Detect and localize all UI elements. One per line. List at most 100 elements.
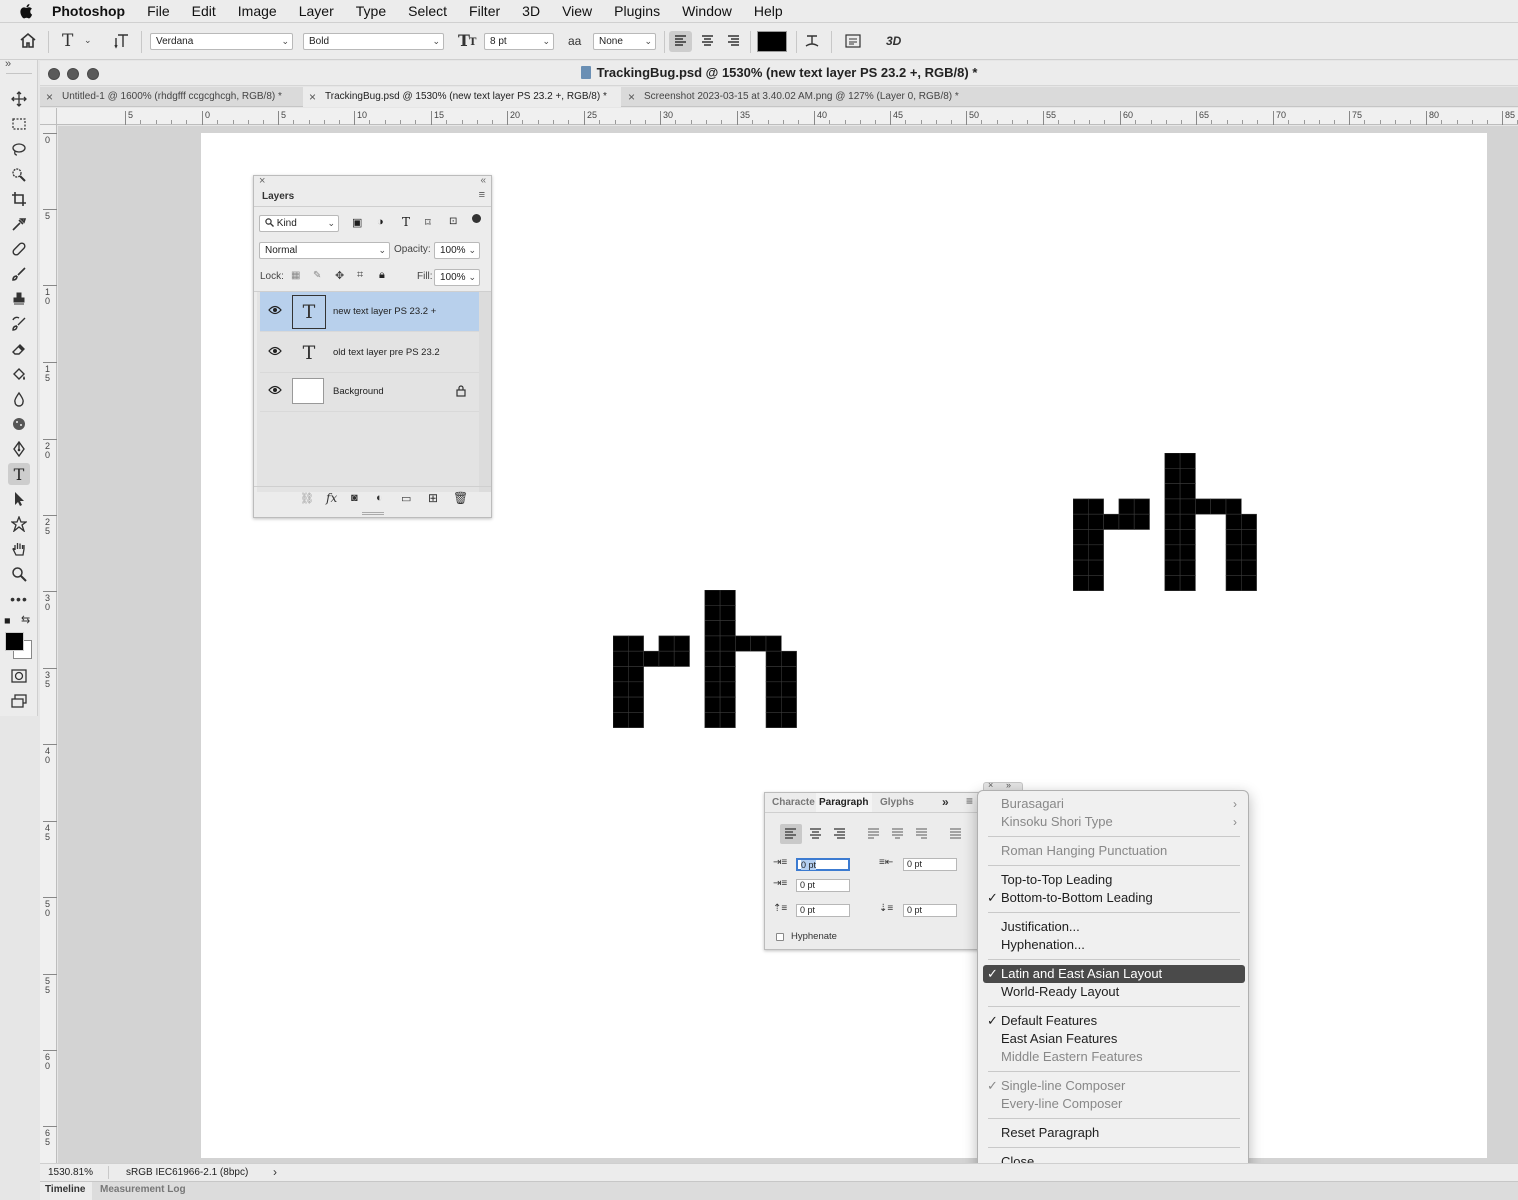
close-panel-icon[interactable]: × bbox=[988, 780, 993, 790]
opacity-input[interactable]: 100% ⌄ bbox=[434, 242, 480, 259]
warp-text-icon[interactable] bbox=[803, 32, 821, 50]
lock-image-icon[interactable]: ✎ bbox=[313, 270, 321, 281]
expand-panel-icon[interactable]: » bbox=[5, 58, 11, 70]
trash-icon[interactable]: 🗑︎ bbox=[453, 491, 468, 505]
menu-3d[interactable]: 3D bbox=[522, 3, 540, 19]
menu-file[interactable]: File bbox=[147, 3, 170, 19]
screen-mode-button[interactable] bbox=[8, 690, 30, 712]
menu-item-bottom-to-bottom-leading[interactable]: ✓ Bottom-to-Bottom Leading bbox=[983, 889, 1245, 907]
horizontal-ruler[interactable]: 5 0 5 10 15 20 25 30 35 40 45 50 55 60 65 70 75 80 85 bbox=[57, 108, 1518, 125]
eye-icon[interactable] bbox=[268, 385, 282, 395]
move-tool[interactable] bbox=[8, 88, 30, 110]
menu-item-justification[interactable]: Justification... bbox=[983, 918, 1245, 936]
tab-paragraph[interactable]: Paragraph bbox=[816, 793, 872, 812]
text-color-swatch[interactable] bbox=[757, 31, 787, 52]
panel-overflow-icon[interactable]: » bbox=[942, 795, 949, 809]
filter-adjustment-icon[interactable]: ◑ bbox=[377, 216, 384, 228]
collapse-panel-icon[interactable]: « bbox=[480, 175, 486, 186]
tab-timeline[interactable]: Timeline bbox=[40, 1182, 92, 1200]
layer-name[interactable]: new text layer PS 23.2 + bbox=[333, 306, 436, 317]
tab-trackingbug[interactable]: × TrackingBug.psd @ 1530% (new text layer… bbox=[303, 87, 621, 107]
close-panel-icon[interactable]: × bbox=[259, 175, 265, 187]
menu-select[interactable]: Select bbox=[408, 3, 447, 19]
home-icon[interactable] bbox=[19, 32, 37, 49]
adjustment-layer-icon[interactable]: ◐ bbox=[376, 492, 383, 504]
close-tab-icon[interactable]: × bbox=[46, 87, 53, 107]
close-tab-icon[interactable]: × bbox=[309, 87, 316, 107]
menu-item-kinsoku-shori-type[interactable]: Kinsoku Shori Type › bbox=[983, 813, 1245, 831]
panel-menu-icon[interactable]: ≡ bbox=[479, 189, 485, 201]
filter-type-icon[interactable]: T bbox=[402, 215, 410, 229]
layers-scrollbar[interactable] bbox=[479, 292, 491, 492]
type-tool[interactable]: T bbox=[8, 463, 30, 485]
panel-menu-icon[interactable]: ≡ bbox=[966, 794, 973, 808]
brush-tool[interactable] bbox=[8, 263, 30, 285]
tab-untitled-1[interactable]: × Untitled-1 @ 1600% (rhdgfff ccgcghcgh, … bbox=[40, 87, 302, 107]
tab-character[interactable]: Characte bbox=[772, 793, 816, 812]
space-after-input[interactable]: 0 pt bbox=[903, 904, 957, 917]
paint-bucket-tool[interactable] bbox=[8, 363, 30, 385]
menu-item-reset-paragraph[interactable]: Reset Paragraph bbox=[983, 1124, 1245, 1142]
align-right-button[interactable] bbox=[722, 31, 745, 52]
menu-item-hyphenation[interactable]: Hyphenation... bbox=[983, 936, 1245, 954]
quick-selection-tool[interactable] bbox=[8, 163, 30, 185]
chevron-down-icon[interactable]: ⌄ bbox=[84, 35, 92, 46]
layer-name[interactable]: old text layer pre PS 23.2 bbox=[333, 347, 440, 358]
crop-tool[interactable] bbox=[8, 188, 30, 210]
marquee-tool[interactable] bbox=[8, 113, 30, 135]
3d-button[interactable]: 3D bbox=[886, 34, 901, 48]
new-layer-icon[interactable]: ⊞ bbox=[428, 491, 438, 505]
pen-tool[interactable] bbox=[8, 438, 30, 460]
history-brush-tool[interactable] bbox=[8, 313, 30, 335]
layer-row-old-text[interactable]: T old text layer pre PS 23.2 bbox=[260, 333, 482, 373]
menu-item-east-asian-features[interactable]: East Asian Features bbox=[983, 1030, 1245, 1048]
vertical-ruler[interactable]: 0 5 1 0 1 5 2 0 2 5 3 0 3 5 4 0 4 5 5 0 5 5 6 0 6 5 bbox=[40, 125, 57, 1163]
font-style-select[interactable]: Bold ⌄ bbox=[303, 33, 444, 50]
apple-icon[interactable] bbox=[18, 2, 36, 20]
layer-name[interactable]: Background bbox=[333, 386, 384, 397]
hyphenate-checkbox[interactable] bbox=[776, 933, 784, 941]
lasso-tool[interactable] bbox=[8, 138, 30, 160]
para-align-left-button[interactable] bbox=[780, 824, 802, 844]
clone-stamp-tool[interactable] bbox=[8, 288, 30, 310]
menu-layer[interactable]: Layer bbox=[299, 3, 334, 19]
sponge-tool[interactable] bbox=[8, 413, 30, 435]
type-tool-preset-icon[interactable]: T bbox=[62, 31, 73, 51]
indent-left-input[interactable]: 0 pt bbox=[796, 858, 850, 871]
menu-item-world-ready-layout[interactable]: World-Ready Layout bbox=[983, 983, 1245, 1001]
justify-last-left-icon[interactable] bbox=[863, 824, 885, 844]
swap-colors-icon[interactable]: ⇆ bbox=[21, 613, 30, 626]
lock-position-icon[interactable]: ✥ bbox=[335, 269, 344, 282]
filter-shape-icon[interactable]: ⌑ bbox=[425, 216, 431, 229]
menu-item-every-line-composer[interactable]: Every-line Composer bbox=[983, 1095, 1245, 1113]
eye-icon[interactable] bbox=[268, 305, 282, 315]
new-group-folder-icon[interactable]: ▭ bbox=[401, 492, 411, 505]
justify-last-right-icon[interactable] bbox=[911, 824, 933, 844]
align-left-button[interactable] bbox=[669, 31, 692, 52]
align-center-button[interactable] bbox=[696, 31, 719, 52]
character-paragraph-panel-icon[interactable] bbox=[844, 32, 862, 50]
foreground-color-swatch[interactable] bbox=[5, 632, 24, 651]
layer-row-background[interactable]: Background bbox=[260, 372, 482, 412]
menu-item-roman-hanging-punctuation[interactable]: Roman Hanging Punctuation bbox=[983, 842, 1245, 860]
add-mask-icon[interactable]: ◙ bbox=[351, 492, 358, 504]
menu-photoshop[interactable]: Photoshop bbox=[52, 3, 125, 19]
lock-transparent-icon[interactable]: ▦ bbox=[291, 270, 300, 281]
lock-all-icon[interactable]: 🔒︎ bbox=[379, 269, 385, 282]
layers-panel-title[interactable]: Layers bbox=[262, 191, 294, 202]
filter-toggle-icon[interactable] bbox=[472, 214, 481, 223]
resize-handle[interactable] bbox=[362, 512, 384, 515]
justify-all-icon[interactable] bbox=[945, 824, 967, 844]
more-tools[interactable]: ••• bbox=[8, 588, 30, 610]
layer-row-new-text[interactable]: T new text layer PS 23.2 + bbox=[260, 292, 482, 332]
lock-artboard-icon[interactable]: ⌗ bbox=[357, 269, 363, 282]
menu-item-default-features[interactable]: ✓ Default Features bbox=[983, 1012, 1245, 1030]
filter-smart-object-icon[interactable]: ⊡ bbox=[449, 216, 457, 227]
menu-filter[interactable]: Filter bbox=[469, 3, 500, 19]
eyedropper-tool[interactable] bbox=[8, 213, 30, 235]
close-tab-icon[interactable]: × bbox=[628, 87, 635, 107]
indent-right-input[interactable]: 0 pt bbox=[903, 858, 957, 871]
space-before-input[interactable]: 0 pt bbox=[796, 904, 850, 917]
zoom-level[interactable]: 1530.81% bbox=[48, 1167, 93, 1178]
tab-measurement-log[interactable]: Measurement Log bbox=[100, 1184, 186, 1195]
